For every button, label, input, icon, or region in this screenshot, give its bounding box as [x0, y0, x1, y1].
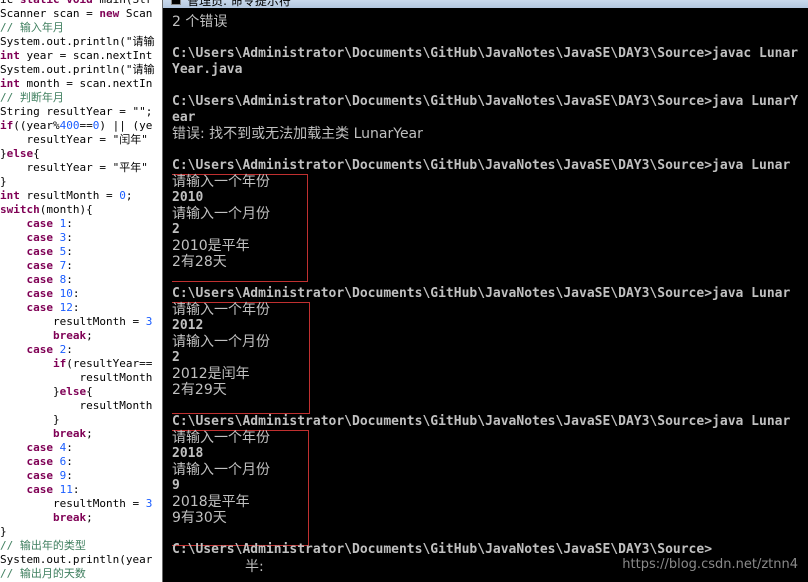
console-line: 2有29天 [172, 382, 227, 398]
console-output[interactable]: 2 个错误 C:\Users\Administrator\Documents\Gi… [172, 8, 808, 582]
code-line: System.out.println(year [0, 553, 153, 566]
code-line: }else{ [0, 147, 40, 160]
code-line: resultYear = "闰年" [0, 133, 148, 146]
console-line: C:\Users\Administrator\Documents\GitHub\… [172, 94, 799, 109]
console-line: 2 个错误 [172, 14, 228, 30]
code-line: Scanner scan = new Scan [0, 7, 153, 20]
code-line: case 2: [26, 343, 73, 356]
code-line: } [0, 525, 7, 538]
console-line: 2018 [172, 446, 204, 461]
code-line: int resultMonth = 0; [0, 189, 133, 202]
code-line: case 5: [26, 245, 73, 258]
ime-indicator: 半: [245, 559, 264, 575]
console-window[interactable]: 管理员: 命令提示符 2 个错误 C:\Users\Administrator\D… [162, 0, 808, 582]
console-line: 请输入一个月份 [172, 334, 270, 350]
code-line: resultMonth [0, 399, 153, 412]
code-line: break; [52, 427, 93, 440]
code-line: System.out.println("请输 [0, 35, 155, 48]
code-line: // 输入年月 [0, 21, 64, 34]
console-line: C:\Users\Administrator\Documents\GitHub\… [172, 414, 791, 429]
watermark-url: https://blog.csdn.net/ztnn4 [622, 557, 798, 572]
code-line: int year = scan.nextInt [0, 49, 153, 62]
code-line: case 12: [26, 301, 80, 314]
code-line: case 8: [26, 273, 73, 286]
code-line: resultYear = "平年" [0, 161, 148, 174]
code-line: // 判断年月 [0, 91, 64, 104]
code-line: resultMonth = 3 [0, 315, 153, 328]
code-line: ic static void main(Str [0, 0, 152, 7]
code-editor: ic static void main(StrScanner scan = ne… [0, 0, 168, 582]
code-line: resultMonth = 3 [0, 497, 153, 510]
code-line: case 11: [26, 483, 80, 496]
console-line: 2 [172, 350, 180, 365]
code-line: } [0, 175, 7, 188]
code-line: }else{ [0, 385, 93, 398]
cmd-icon [171, 0, 181, 5]
code-line: System.out.println("请输 [0, 63, 155, 76]
code-line: resultMonth [0, 371, 153, 384]
console-line: 2010 [172, 190, 204, 205]
code-line: // 输出月的天数 [0, 567, 86, 580]
console-line: 错误: 找不到或无法加载主类 LunarYear [172, 126, 423, 142]
code-line: case 7: [26, 259, 73, 272]
console-line: 2有28天 [172, 254, 227, 270]
code-line: case 10: [26, 287, 80, 300]
window-title: 管理员: 命令提示符 [187, 0, 291, 8]
console-line: 2010是平年 [172, 238, 250, 254]
code-line: int month = scan.nextIn [0, 77, 153, 90]
code-line: if(resultYear== [52, 357, 153, 370]
code-line: String resultYear = ""; [0, 105, 153, 118]
console-line: C:\Users\Administrator\Documents\GitHub\… [172, 286, 791, 301]
code-line: break; [52, 329, 93, 342]
console-line: Year.java [172, 62, 243, 77]
code-line: break; [52, 511, 93, 524]
code-line: case 3: [26, 231, 73, 244]
code-line: case 9: [26, 469, 73, 482]
console-line: 2012是闰年 [172, 366, 250, 382]
console-line: 9有30天 [172, 510, 227, 526]
console-line: ear [172, 110, 196, 125]
code-line: } [0, 413, 60, 426]
code-line: if((year%400==0) || (ye [0, 119, 153, 132]
code-line: case 4: [26, 441, 73, 454]
console-titlebar[interactable]: 管理员: 命令提示符 [163, 0, 808, 8]
console-line: C:\Users\Administrator\Documents\GitHub\… [172, 158, 791, 173]
console-line: 9 [172, 478, 180, 493]
console-line: 请输入一个年份 [172, 302, 270, 318]
console-line: 2012 [172, 318, 204, 333]
console-line: 2018是平年 [172, 494, 250, 510]
code-line: case 6: [26, 455, 73, 468]
code-line: case 1: [26, 217, 73, 230]
console-line: C:\Users\Administrator\Documents\GitHub\… [172, 46, 799, 61]
console-line: 请输入一个年份 [172, 174, 270, 190]
code-line: // 输出年的类型 [0, 539, 86, 552]
code-line: switch(month){ [0, 203, 93, 216]
console-line: 2 [172, 222, 180, 237]
console-line: 请输入一个月份 [172, 206, 270, 222]
console-line: 请输入一个年份 [172, 430, 270, 446]
console-line: 请输入一个月份 [172, 462, 270, 478]
